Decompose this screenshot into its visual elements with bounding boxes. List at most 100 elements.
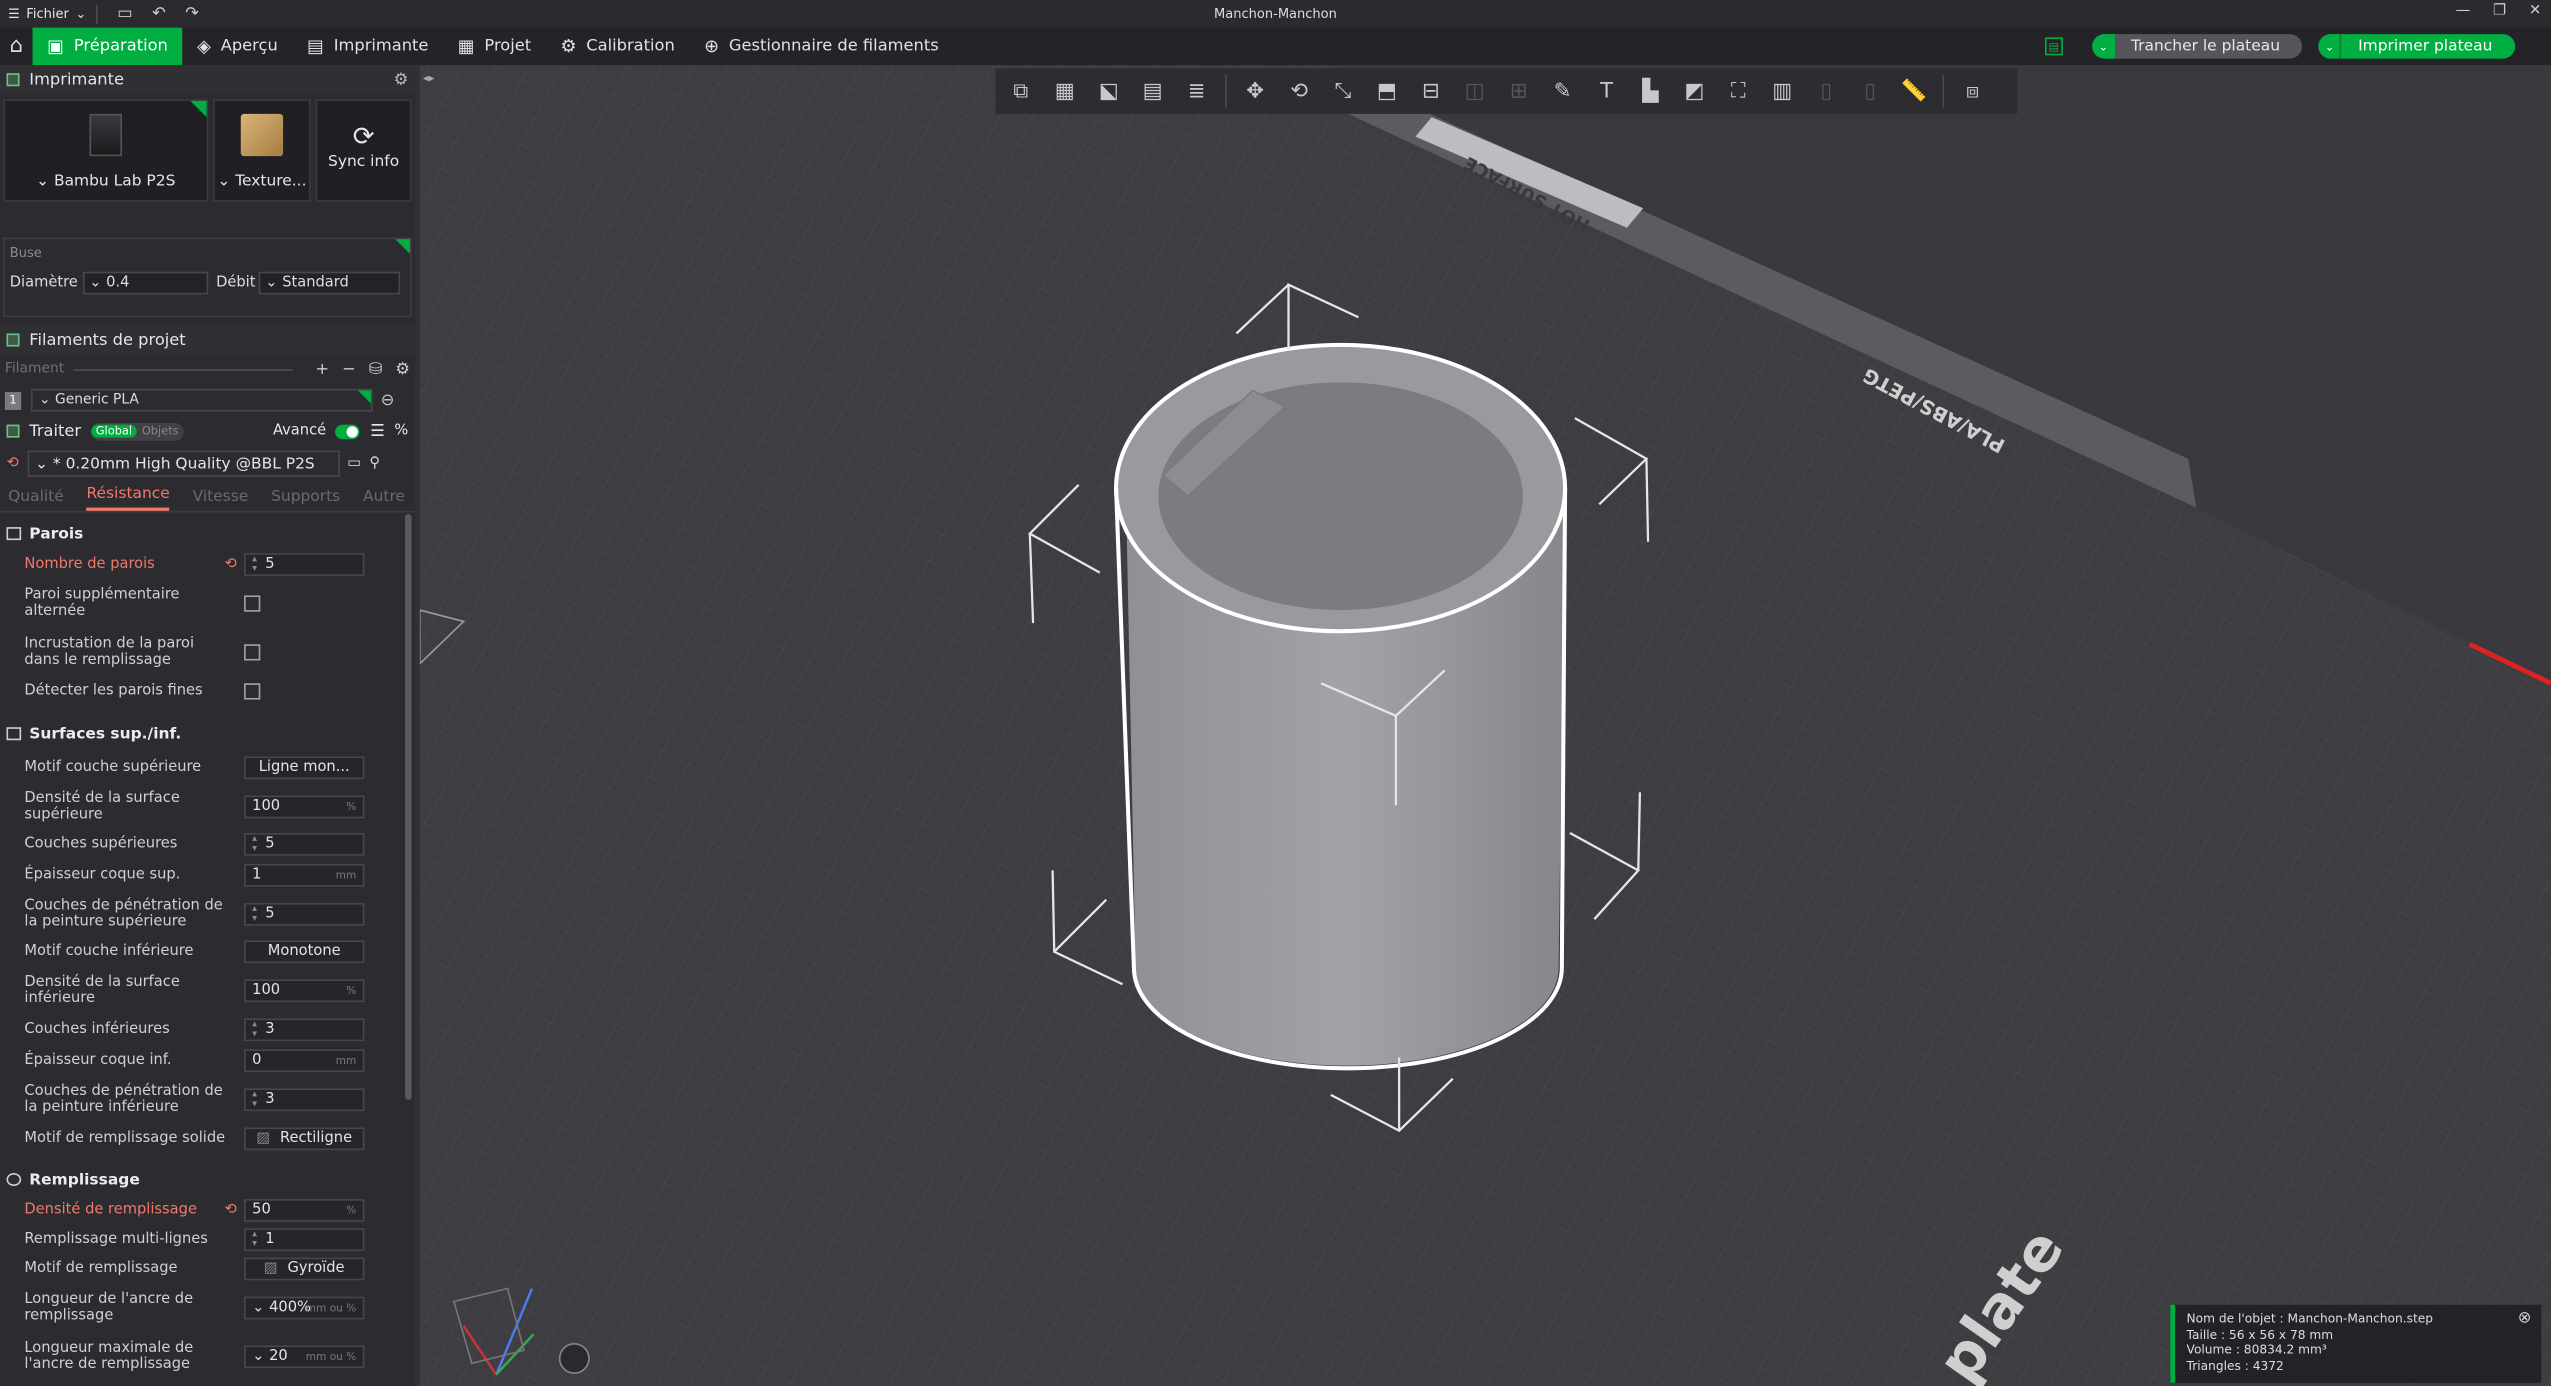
tab-device[interactable]: ▤ Imprimante — [292, 28, 443, 65]
tab-preview[interactable]: ◈ Aperçu — [183, 28, 293, 65]
plate-texture-image — [240, 113, 284, 157]
embed-wall-checkbox[interactable] — [244, 644, 261, 661]
add-filament-icon[interactable]: + — [315, 360, 329, 378]
infill-density-input[interactable]: 50% — [244, 1199, 365, 1222]
measure-icon[interactable]: 📏 — [1895, 72, 1932, 109]
infill-pattern-select[interactable]: ▨ Gyroïde — [244, 1257, 365, 1281]
paint-icon[interactable]: ✎ — [1544, 72, 1581, 109]
reset-icon[interactable]: ⟲ — [225, 556, 237, 572]
percent-icon[interactable]: % — [394, 423, 408, 439]
view-icon[interactable]: ⧈ — [1954, 72, 1991, 109]
advanced-toggle[interactable] — [335, 423, 361, 439]
bottom-layers-input[interactable]: ▴ ▾ 3 — [244, 1018, 365, 1042]
solid-infill-pattern-select[interactable]: ▨ Rectiligne — [244, 1126, 365, 1150]
camera-reset-icon[interactable] — [558, 1343, 590, 1374]
printer-section-icon — [6, 73, 20, 87]
detect-thin-wall-checkbox[interactable] — [244, 683, 261, 700]
top-pattern-option: Motif couche supérieure Ligne mon... — [0, 750, 403, 786]
arrange-icon[interactable]: ▤ — [1134, 72, 1171, 109]
split-plates-icon[interactable]: ≣ — [1178, 72, 1215, 109]
list-icon[interactable]: ☰ — [370, 422, 385, 440]
split-objects-icon[interactable]: ⊞ — [1500, 72, 1537, 109]
process-preset-select[interactable]: ⌄ * 0.20mm High Quality @BBL P2S — [26, 450, 340, 477]
minimize-icon[interactable]: — — [2456, 3, 2471, 19]
top-density-input[interactable]: 100% — [244, 795, 365, 819]
filament-select[interactable]: ⌄ Generic PLA — [30, 388, 373, 412]
slice-plate-button[interactable]: ⌄ Trancher le plateau — [2091, 34, 2303, 59]
tab-supports[interactable]: Supports — [271, 488, 340, 511]
tab-project[interactable]: ▦ Projet — [443, 28, 546, 65]
tab-strength[interactable]: Résistance — [86, 485, 170, 511]
save-icon[interactable]: ▭ — [117, 5, 132, 23]
nozzle-flow-select[interactable]: ⌄ Standard — [258, 271, 401, 295]
brim-ears-icon[interactable]: ▯ — [1851, 72, 1888, 109]
infill-anchor-max-input[interactable]: ⌄ 20 mm ou % — [244, 1345, 365, 1369]
plate-type-selector[interactable]: ⌄ Texture... — [213, 99, 311, 202]
scale-icon[interactable]: ⤡ — [1324, 72, 1361, 109]
tab-preparation[interactable]: ▣ Préparation — [32, 27, 183, 66]
text-icon[interactable]: T — [1588, 72, 1625, 109]
global-objects-switch[interactable]: Global Objets — [90, 422, 184, 441]
redo-icon[interactable]: ↷ — [185, 5, 199, 23]
add-plate-icon[interactable]: ▦ — [1046, 72, 1083, 109]
assembly-icon[interactable]: ▯ — [1807, 72, 1844, 109]
3d-viewport[interactable]: HOT SURFACE PLA/ABS/PETG plate ⧉ ▦ ⬕ ▤ ≣… — [419, 65, 2551, 1386]
support-paint-icon[interactable]: ▙ — [1632, 72, 1669, 109]
remove-filament-icon[interactable]: − — [342, 360, 356, 378]
variable-layer-icon[interactable]: ▥ — [1764, 72, 1801, 109]
top-pattern-select[interactable]: Ligne mon... — [244, 756, 365, 780]
bottom-density-input[interactable]: 100% — [244, 979, 365, 1003]
cut-icon[interactable]: ⊟ — [1412, 72, 1449, 109]
rotate-icon[interactable]: ⟲ — [1280, 72, 1317, 109]
object-triangles: Triangles : 4372 — [2186, 1357, 2284, 1373]
move-icon[interactable]: ✥ — [1236, 72, 1273, 109]
close-icon[interactable]: ✕ — [2529, 3, 2541, 19]
mesh-boolean-icon[interactable]: ◫ — [1456, 72, 1493, 109]
printer-selector[interactable]: ⌄ Bambu Lab P2S — [3, 99, 209, 202]
tab-others[interactable]: Autre — [363, 488, 405, 511]
slice-all-icon[interactable]: ▤ — [2044, 37, 2063, 56]
measure-box-icon[interactable]: ⛶ — [1720, 72, 1757, 109]
save-preset-icon[interactable]: ▭ — [347, 456, 361, 472]
add-object-icon[interactable]: ⧉ — [1002, 72, 1039, 109]
search-icon[interactable]: ⚲ — [369, 456, 380, 472]
bottom-paint-penetration-input[interactable]: ▴ ▾ 3 — [244, 1087, 365, 1111]
top-layers-input[interactable]: ▴ ▾ 5 — [244, 832, 365, 856]
wall-loops-input[interactable]: ▴ ▾ 5 — [244, 553, 365, 576]
top-paint-penetration-input[interactable]: ▴ ▾ 5 — [244, 902, 365, 925]
lay-on-face-icon[interactable]: ⬒ — [1368, 72, 1405, 109]
close-icon[interactable]: ⊗ — [2518, 1311, 2532, 1326]
settings-scrollbar[interactable] — [405, 514, 412, 1100]
gear-icon[interactable]: ⚙ — [394, 71, 409, 89]
alternate-extra-wall-checkbox[interactable] — [244, 595, 261, 612]
tab-calibration[interactable]: ⚙ Calibration — [546, 28, 690, 65]
file-menu-label: Fichier — [26, 6, 69, 22]
collapse-sidebar-icon[interactable]: ◂▸ — [423, 72, 434, 85]
restore-icon[interactable]: ❐ — [2493, 3, 2506, 19]
nozzle-diameter-select[interactable]: ⌄ 0.4 — [82, 271, 208, 295]
print-plate-button[interactable]: ⌄ Imprimer plateau — [2319, 34, 2516, 59]
bottom-pattern-select[interactable]: Monotone — [244, 940, 365, 964]
undo-icon[interactable]: ↶ — [152, 5, 166, 23]
file-menu[interactable]: ☰ Fichier ⌄ — [0, 7, 86, 22]
top-paint-penetration-option: Couches de pénétration de la peinture su… — [0, 890, 403, 937]
tab-speed[interactable]: Vitesse — [193, 488, 249, 511]
filament-settings-icon[interactable]: ⚙ — [395, 360, 410, 378]
bottom-shell-thickness-input[interactable]: 0 mm — [244, 1048, 365, 1072]
tab-quality[interactable]: Qualité — [8, 488, 64, 511]
reset-icon[interactable]: ⟲ — [7, 456, 19, 472]
sync-icon: ⟳ — [352, 120, 375, 152]
filament-sync-icon[interactable]: ⛁ — [369, 360, 383, 378]
infill-anchor-input[interactable]: ⌄ 400% mm ou % — [244, 1296, 365, 1320]
seam-paint-icon[interactable]: ◩ — [1676, 72, 1713, 109]
filament-edit-icon[interactable]: ⊖ — [381, 391, 395, 409]
home-icon[interactable]: ⌂ — [0, 28, 33, 65]
auto-orient-icon[interactable]: ⬕ — [1090, 72, 1127, 109]
sync-info-button[interactable]: ⟳ Sync info — [315, 99, 412, 202]
tab-filament-manager[interactable]: ⊕ Gestionnaire de filaments — [689, 28, 953, 65]
multi-line-infill-input[interactable]: ▴ ▾ 1 — [244, 1228, 365, 1252]
object-info-panel: Nom de l'objet : Manchon-Manchon.step Ta… — [2170, 1304, 2542, 1383]
top-shell-thickness-input[interactable]: 1 mm — [244, 863, 365, 887]
viewport-toolbar: ⧉ ▦ ⬕ ▤ ≣ ✥ ⟲ ⤡ ⬒ ⊟ ◫ ⊞ ✎ T ▙ ◩ ⛶ ▥ ▯ ▯ … — [995, 68, 2018, 114]
reset-icon[interactable]: ⟲ — [225, 1202, 237, 1218]
